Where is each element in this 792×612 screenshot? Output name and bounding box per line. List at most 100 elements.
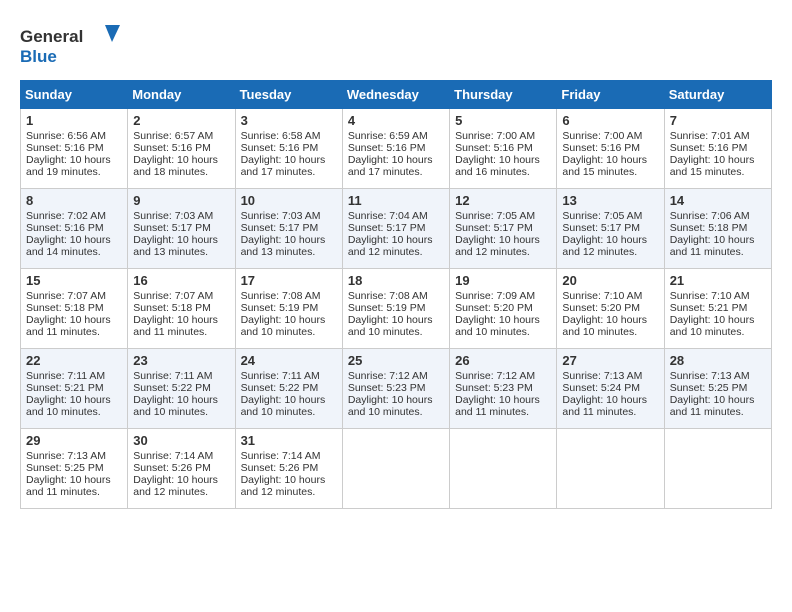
- sunset: Sunset: 5:22 PM: [241, 382, 337, 394]
- sunset: Sunset: 5:16 PM: [241, 142, 337, 154]
- sunset: Sunset: 5:17 PM: [562, 222, 658, 234]
- sunset: Sunset: 5:17 PM: [455, 222, 551, 234]
- calendar-week-row: 15 Sunrise: 7:07 AM Sunset: 5:18 PM Dayl…: [21, 269, 772, 349]
- calendar-cell: 4 Sunrise: 6:59 AM Sunset: 5:16 PM Dayli…: [342, 109, 449, 189]
- sunrise: Sunrise: 7:08 AM: [348, 290, 444, 302]
- calendar-cell: 7 Sunrise: 7:01 AM Sunset: 5:16 PM Dayli…: [664, 109, 771, 189]
- daylight: Daylight: 10 hours and 13 minutes.: [133, 234, 229, 258]
- sunset: Sunset: 5:25 PM: [26, 462, 122, 474]
- calendar-cell: [557, 429, 664, 509]
- sunset: Sunset: 5:20 PM: [455, 302, 551, 314]
- sunrise: Sunrise: 7:13 AM: [562, 370, 658, 382]
- sunrise: Sunrise: 7:09 AM: [455, 290, 551, 302]
- day-number: 9: [133, 193, 229, 208]
- daylight: Daylight: 10 hours and 12 minutes.: [133, 474, 229, 498]
- day-header-saturday: Saturday: [664, 81, 771, 109]
- calendar-cell: 27 Sunrise: 7:13 AM Sunset: 5:24 PM Dayl…: [557, 349, 664, 429]
- calendar-cell: 3 Sunrise: 6:58 AM Sunset: 5:16 PM Dayli…: [235, 109, 342, 189]
- daylight: Daylight: 10 hours and 11 minutes.: [562, 394, 658, 418]
- calendar-cell: 28 Sunrise: 7:13 AM Sunset: 5:25 PM Dayl…: [664, 349, 771, 429]
- calendar-week-row: 29 Sunrise: 7:13 AM Sunset: 5:25 PM Dayl…: [21, 429, 772, 509]
- daylight: Daylight: 10 hours and 15 minutes.: [670, 154, 766, 178]
- day-header-thursday: Thursday: [450, 81, 557, 109]
- day-number: 10: [241, 193, 337, 208]
- day-header-friday: Friday: [557, 81, 664, 109]
- day-number: 4: [348, 113, 444, 128]
- calendar-week-row: 1 Sunrise: 6:56 AM Sunset: 5:16 PM Dayli…: [21, 109, 772, 189]
- daylight: Daylight: 10 hours and 10 minutes.: [133, 394, 229, 418]
- daylight: Daylight: 10 hours and 12 minutes.: [562, 234, 658, 258]
- header: General Blue: [20, 20, 772, 70]
- day-number: 19: [455, 273, 551, 288]
- day-header-monday: Monday: [128, 81, 235, 109]
- sunrise: Sunrise: 7:10 AM: [670, 290, 766, 302]
- sunset: Sunset: 5:19 PM: [348, 302, 444, 314]
- calendar-cell: 21 Sunrise: 7:10 AM Sunset: 5:21 PM Dayl…: [664, 269, 771, 349]
- daylight: Daylight: 10 hours and 13 minutes.: [241, 234, 337, 258]
- sunrise: Sunrise: 7:11 AM: [26, 370, 122, 382]
- day-number: 14: [670, 193, 766, 208]
- sunrise: Sunrise: 7:14 AM: [133, 450, 229, 462]
- daylight: Daylight: 10 hours and 10 minutes.: [348, 314, 444, 338]
- calendar-cell: 23 Sunrise: 7:11 AM Sunset: 5:22 PM Dayl…: [128, 349, 235, 429]
- sunrise: Sunrise: 7:11 AM: [133, 370, 229, 382]
- calendar-cell: 13 Sunrise: 7:05 AM Sunset: 5:17 PM Dayl…: [557, 189, 664, 269]
- calendar-cell: 25 Sunrise: 7:12 AM Sunset: 5:23 PM Dayl…: [342, 349, 449, 429]
- daylight: Daylight: 10 hours and 17 minutes.: [348, 154, 444, 178]
- sunset: Sunset: 5:23 PM: [348, 382, 444, 394]
- day-number: 21: [670, 273, 766, 288]
- logo-svg: General Blue: [20, 20, 120, 70]
- calendar-cell: 16 Sunrise: 7:07 AM Sunset: 5:18 PM Dayl…: [128, 269, 235, 349]
- calendar-header-row: SundayMondayTuesdayWednesdayThursdayFrid…: [21, 81, 772, 109]
- day-number: 30: [133, 433, 229, 448]
- daylight: Daylight: 10 hours and 10 minutes.: [348, 394, 444, 418]
- day-number: 28: [670, 353, 766, 368]
- day-number: 26: [455, 353, 551, 368]
- calendar-cell: [342, 429, 449, 509]
- daylight: Daylight: 10 hours and 14 minutes.: [26, 234, 122, 258]
- sunset: Sunset: 5:17 PM: [241, 222, 337, 234]
- sunrise: Sunrise: 7:00 AM: [455, 130, 551, 142]
- calendar-cell: 31 Sunrise: 7:14 AM Sunset: 5:26 PM Dayl…: [235, 429, 342, 509]
- calendar-cell: 17 Sunrise: 7:08 AM Sunset: 5:19 PM Dayl…: [235, 269, 342, 349]
- daylight: Daylight: 10 hours and 18 minutes.: [133, 154, 229, 178]
- day-number: 3: [241, 113, 337, 128]
- sunrise: Sunrise: 6:58 AM: [241, 130, 337, 142]
- daylight: Daylight: 10 hours and 12 minutes.: [348, 234, 444, 258]
- day-number: 2: [133, 113, 229, 128]
- calendar-table: SundayMondayTuesdayWednesdayThursdayFrid…: [20, 80, 772, 509]
- sunrise: Sunrise: 7:03 AM: [241, 210, 337, 222]
- sunset: Sunset: 5:26 PM: [133, 462, 229, 474]
- daylight: Daylight: 10 hours and 11 minutes.: [133, 314, 229, 338]
- daylight: Daylight: 10 hours and 12 minutes.: [241, 474, 337, 498]
- sunrise: Sunrise: 7:13 AM: [670, 370, 766, 382]
- sunset: Sunset: 5:19 PM: [241, 302, 337, 314]
- sunset: Sunset: 5:16 PM: [133, 142, 229, 154]
- calendar-cell: [450, 429, 557, 509]
- sunrise: Sunrise: 7:05 AM: [455, 210, 551, 222]
- day-number: 5: [455, 113, 551, 128]
- sunset: Sunset: 5:20 PM: [562, 302, 658, 314]
- sunset: Sunset: 5:21 PM: [670, 302, 766, 314]
- sunrise: Sunrise: 6:56 AM: [26, 130, 122, 142]
- day-number: 17: [241, 273, 337, 288]
- sunrise: Sunrise: 7:10 AM: [562, 290, 658, 302]
- daylight: Daylight: 10 hours and 10 minutes.: [241, 314, 337, 338]
- sunrise: Sunrise: 7:04 AM: [348, 210, 444, 222]
- sunset: Sunset: 5:24 PM: [562, 382, 658, 394]
- day-number: 6: [562, 113, 658, 128]
- calendar-cell: [664, 429, 771, 509]
- sunrise: Sunrise: 7:13 AM: [26, 450, 122, 462]
- day-number: 1: [26, 113, 122, 128]
- sunset: Sunset: 5:18 PM: [670, 222, 766, 234]
- sunset: Sunset: 5:18 PM: [26, 302, 122, 314]
- day-number: 16: [133, 273, 229, 288]
- sunset: Sunset: 5:16 PM: [26, 142, 122, 154]
- sunset: Sunset: 5:18 PM: [133, 302, 229, 314]
- calendar-cell: 5 Sunrise: 7:00 AM Sunset: 5:16 PM Dayli…: [450, 109, 557, 189]
- sunrise: Sunrise: 7:01 AM: [670, 130, 766, 142]
- day-number: 13: [562, 193, 658, 208]
- daylight: Daylight: 10 hours and 17 minutes.: [241, 154, 337, 178]
- sunset: Sunset: 5:25 PM: [670, 382, 766, 394]
- calendar-week-row: 8 Sunrise: 7:02 AM Sunset: 5:16 PM Dayli…: [21, 189, 772, 269]
